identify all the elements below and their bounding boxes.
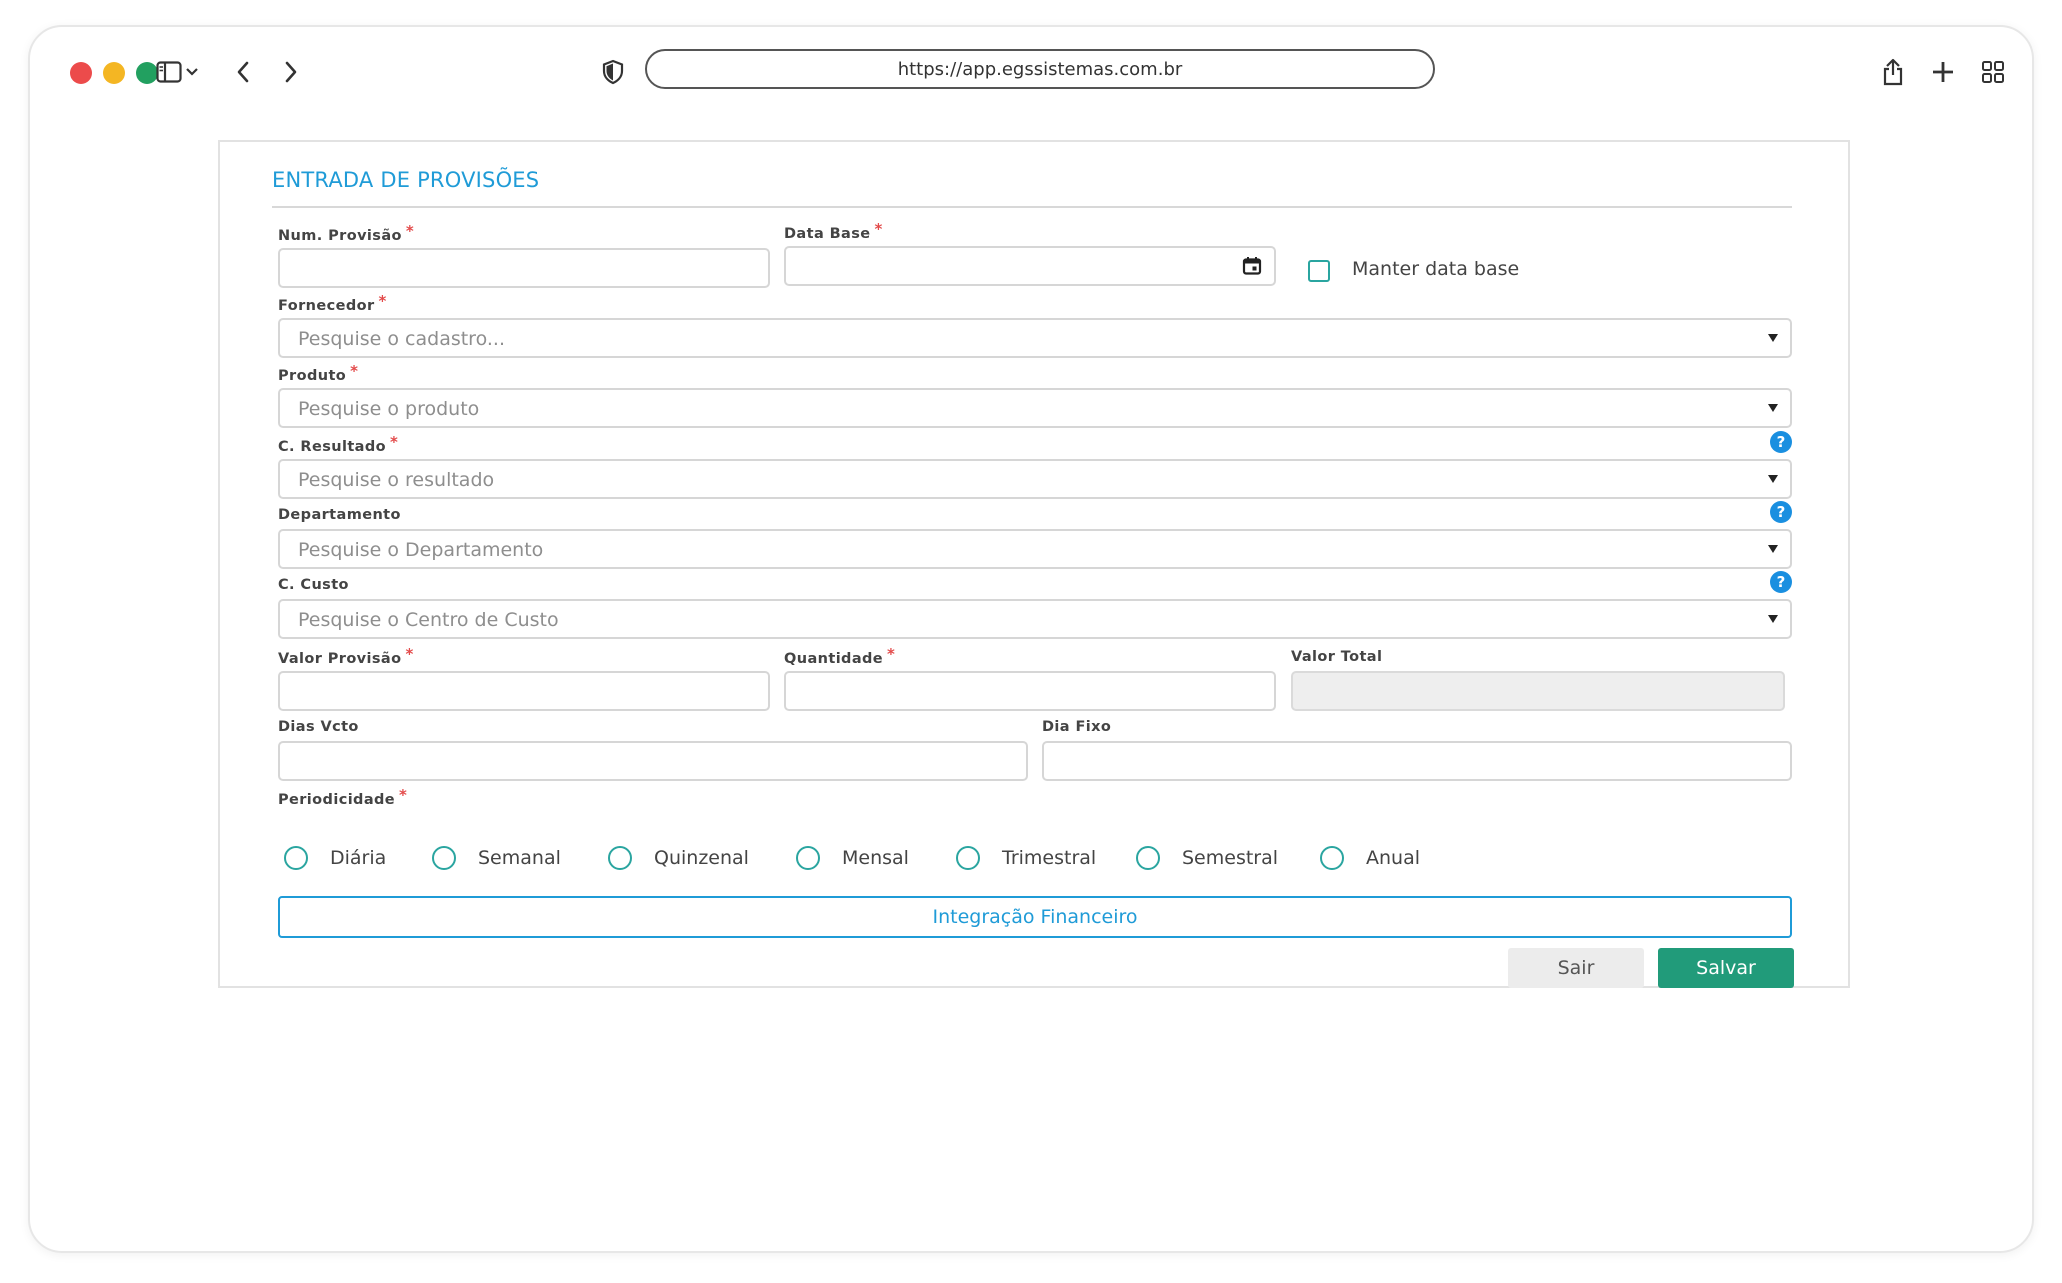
valor-provisao-label: Valor Provisão * [278, 645, 414, 667]
chevron-down-icon[interactable] [182, 55, 202, 89]
periodicidade-label: Periodicidade * [278, 786, 408, 808]
data-base-label: Data Base * [784, 220, 883, 242]
integracao-financeiro-button[interactable]: Integração Financeiro [278, 896, 1792, 938]
valor-total-input [1291, 671, 1785, 711]
radio-semanal[interactable]: Semanal [432, 846, 561, 870]
c-custo-label: C. Custo [278, 577, 349, 593]
dropdown-caret-icon [1768, 404, 1778, 412]
radio-label: Mensal [842, 847, 909, 869]
radio-anual[interactable]: Anual [1320, 846, 1420, 870]
radio-label: Trimestral [1002, 847, 1097, 869]
required-mark: * [405, 222, 415, 240]
fornecedor-select[interactable]: Pesquise o cadastro... [278, 318, 1792, 358]
radio-trimestral[interactable]: Trimestral [956, 846, 1096, 870]
radio-circle[interactable] [956, 846, 980, 870]
required-mark: * [887, 645, 896, 663]
dia-fixo-input[interactable] [1042, 741, 1792, 781]
provision-entry-form: ENTRADA DE PROVISÕES Num. Provisão * Data… [218, 140, 1850, 988]
tab-grid-icon[interactable] [1976, 55, 2010, 89]
radio-label: Diária [330, 847, 387, 869]
c-resultado-placeholder: Pesquise o resultado [298, 469, 495, 491]
dropdown-caret-icon [1768, 545, 1778, 553]
back-arrow-icon[interactable] [226, 55, 260, 89]
radio-label: Semestral [1182, 847, 1279, 869]
salvar-button[interactable]: Salvar [1658, 948, 1794, 988]
dias-vcto-input[interactable] [278, 741, 1028, 781]
required-mark: * [874, 220, 883, 238]
required-mark: * [389, 433, 399, 451]
shield-icon[interactable] [596, 55, 630, 89]
radio-mensal[interactable]: Mensal [796, 846, 909, 870]
radio-label: Anual [1366, 847, 1421, 869]
dias-vcto-label: Dias Vcto [278, 719, 359, 735]
dia-fixo-label: Dia Fixo [1042, 719, 1112, 735]
radio-circle[interactable] [608, 846, 632, 870]
title-divider [272, 206, 1792, 208]
fornecedor-label: Fornecedor * [278, 292, 387, 314]
url-bar[interactable]: https://app.egssistemas.com.br [645, 49, 1435, 89]
departamento-placeholder: Pesquise o Departamento [298, 539, 544, 561]
produto-label: Produto * [278, 362, 359, 384]
manter-data-base-label: Manter data base [1352, 258, 1520, 280]
dropdown-caret-icon [1768, 334, 1778, 342]
radio-label: Semanal [478, 847, 561, 869]
help-icon[interactable]: ? [1770, 501, 1792, 523]
c-resultado-select[interactable]: Pesquise o resultado [278, 459, 1792, 499]
valor-total-label: Valor Total [1291, 649, 1383, 665]
minimize-window-button[interactable] [103, 62, 125, 84]
c-resultado-label: C. Resultado * [278, 433, 399, 455]
browser-window: https://app.egssistemas.com.br ENTRADA D… [28, 25, 2034, 1253]
quantidade-label: Quantidade * [784, 645, 896, 667]
new-tab-plus-icon[interactable] [1926, 55, 1960, 89]
required-mark: * [405, 645, 414, 663]
browser-toolbar: https://app.egssistemas.com.br [30, 27, 2032, 117]
sidebar-toggle-icon[interactable] [152, 55, 186, 89]
num-provisao-input[interactable] [278, 248, 770, 288]
forward-arrow-icon[interactable] [274, 55, 308, 89]
radio-circle[interactable] [432, 846, 456, 870]
radio-quinzenal[interactable]: Quinzenal [608, 846, 749, 870]
radio-semestral[interactable]: Semestral [1136, 846, 1278, 870]
quantidade-input[interactable] [784, 671, 1276, 711]
departamento-select[interactable]: Pesquise o Departamento [278, 529, 1792, 569]
num-provisao-label: Num. Provisão * [278, 222, 415, 244]
required-mark: * [399, 786, 408, 804]
radio-label: Quinzenal [654, 847, 749, 869]
dropdown-caret-icon [1768, 615, 1778, 623]
required-mark: * [350, 362, 359, 380]
required-mark: * [378, 292, 387, 310]
departamento-label: Departamento [278, 507, 401, 523]
help-icon[interactable]: ? [1770, 571, 1792, 593]
manter-data-base-checkbox[interactable] [1308, 260, 1330, 282]
url-text: https://app.egssistemas.com.br [897, 58, 1183, 80]
sair-button[interactable]: Sair [1508, 948, 1644, 988]
valor-provisao-input[interactable] [278, 671, 770, 711]
dropdown-caret-icon [1768, 475, 1778, 483]
fornecedor-placeholder: Pesquise o cadastro... [298, 328, 505, 350]
radio-circle[interactable] [1320, 846, 1344, 870]
radio-circle[interactable] [284, 846, 308, 870]
form-title: ENTRADA DE PROVISÕES [272, 168, 540, 192]
calendar-icon[interactable] [1242, 256, 1262, 281]
share-icon[interactable] [1876, 55, 1910, 89]
produto-select[interactable]: Pesquise o produto [278, 388, 1792, 428]
c-custo-placeholder: Pesquise o Centro de Custo [298, 609, 559, 631]
data-base-input[interactable] [784, 246, 1276, 286]
radio-diaria[interactable]: Diária [284, 846, 386, 870]
help-icon[interactable]: ? [1770, 431, 1792, 453]
close-window-button[interactable] [70, 62, 92, 84]
radio-circle[interactable] [1136, 846, 1160, 870]
c-custo-select[interactable]: Pesquise o Centro de Custo [278, 599, 1792, 639]
produto-placeholder: Pesquise o produto [298, 398, 480, 420]
radio-circle[interactable] [796, 846, 820, 870]
